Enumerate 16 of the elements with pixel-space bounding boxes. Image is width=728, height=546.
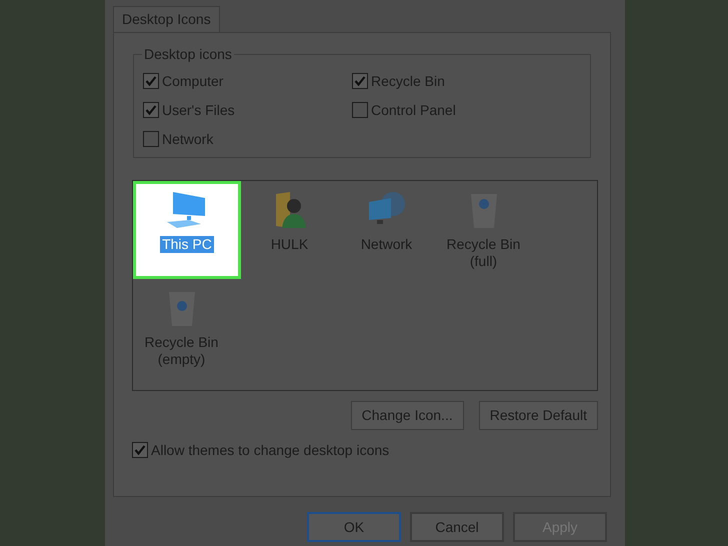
checkbox[interactable] [143, 131, 159, 147]
icon-label: This PC [160, 236, 214, 253]
checkbox[interactable] [143, 102, 159, 118]
checkbox[interactable] [352, 102, 368, 118]
icon-tile[interactable]: This PC [133, 181, 241, 279]
checkmark-icon [134, 444, 146, 456]
checkmark-icon [354, 75, 366, 87]
checkbox[interactable] [132, 442, 148, 458]
action-button[interactable]: Change Icon... [350, 401, 464, 430]
dialog-button[interactable]: OK [307, 512, 401, 542]
checkbox[interactable] [352, 73, 368, 89]
checkbox[interactable] [143, 73, 159, 89]
checkmark-icon [145, 75, 157, 87]
action-button[interactable]: Restore Default [478, 401, 598, 430]
checkmark-icon [145, 104, 157, 116]
dialog-button[interactable]: Cancel [410, 512, 504, 542]
